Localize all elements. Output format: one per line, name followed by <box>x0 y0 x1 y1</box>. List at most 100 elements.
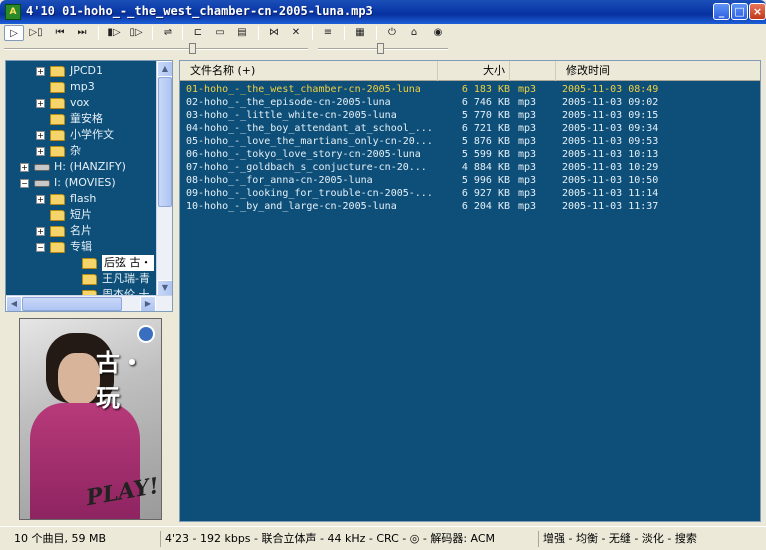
align-icon[interactable]: ≡ <box>318 25 338 41</box>
window-title: 4'10 01-hoho_-_the_west_chamber-cn-2005-… <box>26 4 373 18</box>
window-icon[interactable]: ▭ <box>210 25 230 41</box>
file-modified: 2005-11-03 09:15 <box>562 110 659 121</box>
tree-item-label: 专辑 <box>70 240 92 253</box>
tree-vertical-scrollbar[interactable]: ▲ ▼ <box>156 61 172 296</box>
file-type: mp3 <box>518 175 537 186</box>
column-header-name[interactable]: 文件名称 (+) <box>180 61 438 81</box>
volume-slider[interactable] <box>189 43 197 54</box>
settings-icon[interactable]: ⊏ <box>188 25 208 41</box>
folder-tree[interactable]: 周杰伦 十王凡瑞-青后弦 古・−专辑+名片短片+flash−I: (MOVIES… <box>5 60 173 312</box>
column-header-modified[interactable]: 修改时间 <box>556 61 760 81</box>
file-size: 5 770 KB <box>461 110 510 121</box>
file-row[interactable]: 09-hoho_-_looking_for_trouble-cn-2005-..… <box>180 187 760 200</box>
file-row[interactable]: 10-hoho_-_by_and_large-cn-2005-luna 6 204… <box>180 200 760 213</box>
scroll-left-button[interactable]: ◀ <box>6 296 22 311</box>
tree-item[interactable]: 后弦 古・ <box>6 255 156 271</box>
tree-item[interactable]: + vox <box>6 95 156 111</box>
tree-item[interactable]: + H: (HANZIFY) <box>6 159 156 175</box>
expand-icon[interactable]: + <box>36 131 45 140</box>
scroll-right-button[interactable]: ▶ <box>140 296 156 311</box>
file-type: mp3 <box>518 136 537 147</box>
file-size: 5 996 KB <box>461 175 510 186</box>
file-row[interactable]: 03-hoho_-_little_white-cn-2005-luna 5 770… <box>180 109 760 122</box>
folder-icon <box>50 66 65 77</box>
app-icon[interactable]: A <box>5 4 21 20</box>
file-row[interactable]: 02-hoho_-_the_episode-cn-2005-luna 6 746 … <box>180 96 760 109</box>
file-row[interactable]: 07-hoho_-_goldbach_s_conjucture-cn-20...… <box>180 161 760 174</box>
hscroll-thumb[interactable] <box>22 297 122 311</box>
expand-icon[interactable]: + <box>36 227 45 236</box>
play-next-icon[interactable]: ▷▯ <box>26 25 46 41</box>
tree-item[interactable]: mp3 <box>6 79 156 95</box>
tree-item[interactable]: 童安格 <box>6 111 156 127</box>
tree-item[interactable]: − 专辑 <box>6 239 156 255</box>
equalizer-icon[interactable]: ⋈ <box>264 25 284 41</box>
file-modified: 2005-11-03 11:37 <box>562 201 659 212</box>
tree-item-label: mp3 <box>70 80 95 93</box>
expand-icon[interactable]: + <box>36 195 45 204</box>
collapse-icon[interactable]: − <box>20 179 29 188</box>
document-icon[interactable]: ▦ <box>350 25 370 41</box>
file-list[interactable]: 文件名称 (+) 大小 修改时间 01-hoho_-_the_west_cham… <box>179 60 761 522</box>
home-icon[interactable]: ⌂ <box>404 25 424 41</box>
balance-slider[interactable] <box>377 43 385 54</box>
album-cover-image: 古・玩 PLAY! <box>19 318 162 520</box>
tree-item-label: 小学作文 <box>70 128 114 141</box>
scroll-thumb[interactable] <box>158 77 172 207</box>
file-size: 5 876 KB <box>461 136 510 147</box>
cover-face <box>58 353 100 405</box>
tree-item[interactable]: + 名片 <box>6 223 156 239</box>
file-type: mp3 <box>518 201 537 212</box>
file-name: 04-hoho_-_the_boy_attendant_at_school_..… <box>186 123 433 134</box>
next-track-icon[interactable]: ⏭ <box>72 25 92 41</box>
drive-icon <box>34 164 50 171</box>
file-row[interactable]: 04-hoho_-_the_boy_attendant_at_school_..… <box>180 122 760 135</box>
file-modified: 2005-11-03 09:34 <box>562 123 659 134</box>
file-type: mp3 <box>518 97 537 108</box>
minimize-button[interactable]: _ <box>713 3 730 20</box>
copy-icon[interactable]: ▤ <box>232 25 252 41</box>
scroll-down-button[interactable]: ▼ <box>157 280 172 296</box>
globe-icon[interactable]: ◉ <box>428 25 448 41</box>
status-options[interactable]: 增强 - 均衡 - 无缝 - 淡化 - 搜索 <box>538 531 764 547</box>
open-file-icon[interactable]: ▮▷ <box>104 25 124 41</box>
file-row[interactable]: 08-hoho_-_for_anna-cn-2005-luna 5 996 KB m… <box>180 174 760 187</box>
folder-icon <box>50 130 65 141</box>
title-bar[interactable]: A 4'10 01-hoho_-_the_west_chamber-cn-200… <box>0 0 766 24</box>
file-size: 5 599 KB <box>461 149 510 160</box>
play-icon[interactable]: ▷ <box>4 25 24 41</box>
file-type: mp3 <box>518 110 537 121</box>
scroll-up-button[interactable]: ▲ <box>157 61 172 77</box>
expand-icon[interactable]: + <box>36 67 45 76</box>
tree-item[interactable]: + 小学作文 <box>6 127 156 143</box>
tree-item[interactable]: − I: (MOVIES) <box>6 175 156 191</box>
volume-track[interactable] <box>4 48 308 50</box>
open-folder-icon[interactable]: ▯▷ <box>126 25 146 41</box>
maximize-button[interactable]: □ <box>731 3 748 20</box>
delete-icon[interactable]: ✕ <box>286 25 306 41</box>
tree-horizontal-scrollbar[interactable]: ◀ ▶ <box>6 295 172 311</box>
tree-item[interactable]: + JPCD1 <box>6 63 156 79</box>
tree-item-label: flash <box>70 192 97 205</box>
folder-icon <box>50 210 65 221</box>
file-name: 05-hoho_-_love_the_martians_only-cn-20..… <box>186 136 433 147</box>
tree-item[interactable]: + flash <box>6 191 156 207</box>
expand-icon[interactable]: + <box>36 147 45 156</box>
file-row[interactable]: 06-hoho_-_tokyo_love_story-cn-2005-luna 5… <box>180 148 760 161</box>
power-icon[interactable]: ⏻ <box>382 25 402 41</box>
column-header-size[interactable]: 大小 <box>438 61 510 81</box>
tree-item[interactable]: + 杂 <box>6 143 156 159</box>
file-row[interactable]: 01-hoho_-_the_west_chamber-cn-2005-luna 6… <box>180 83 760 96</box>
prev-track-icon[interactable]: ⏮ <box>50 25 70 41</box>
expand-icon[interactable]: + <box>36 99 45 108</box>
expand-icon[interactable]: + <box>20 163 29 172</box>
tree-item-label: I: (MOVIES) <box>54 176 116 189</box>
column-header-type[interactable] <box>510 61 556 81</box>
file-modified: 2005-11-03 09:02 <box>562 97 659 108</box>
file-row[interactable]: 05-hoho_-_love_the_martians_only-cn-20..… <box>180 135 760 148</box>
shuffle-icon[interactable]: ⇌ <box>158 25 178 41</box>
collapse-icon[interactable]: − <box>36 243 45 252</box>
tree-item[interactable]: 王凡瑞-青 <box>6 271 156 287</box>
close-button[interactable]: × <box>749 3 766 20</box>
tree-item[interactable]: 短片 <box>6 207 156 223</box>
